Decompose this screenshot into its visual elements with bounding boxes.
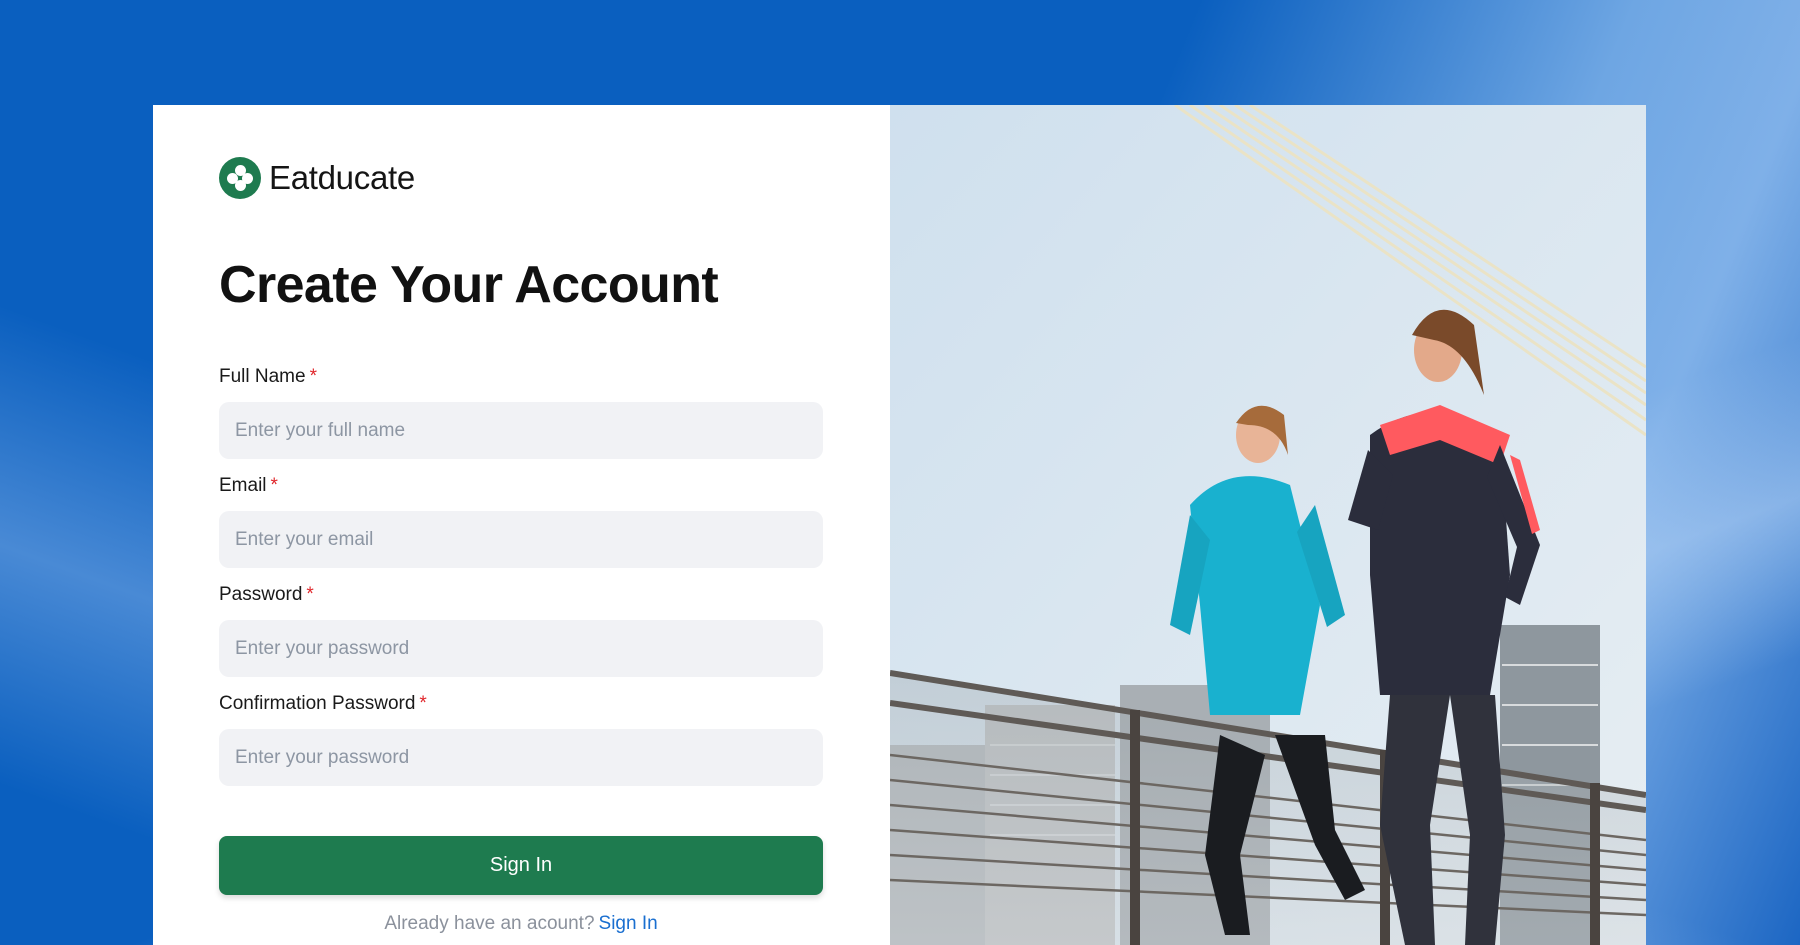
confirm-password-input[interactable] [219, 729, 823, 786]
required-marker: * [306, 584, 314, 605]
email-field: Email * [219, 475, 824, 568]
footer-line: Already have an acount? Sign In [219, 913, 823, 935]
password-field: Password * [219, 584, 824, 677]
full-name-input[interactable] [219, 402, 823, 459]
required-marker: * [419, 693, 427, 714]
hero-image-panel [890, 105, 1646, 945]
confirm-password-label: Confirmation Password * [219, 693, 427, 714]
password-label: Password * [219, 584, 314, 605]
required-marker: * [309, 366, 317, 387]
confirm-password-field: Confirmation Password * [219, 693, 824, 786]
email-label: Email * [219, 475, 278, 496]
brand: Eatducate [219, 157, 824, 199]
footer-text: Already have an acount? [384, 913, 595, 934]
runners-photo [890, 105, 1646, 945]
sign-in-link[interactable]: Sign In [599, 913, 658, 934]
signup-form: Full Name* Email* Password* Confirmation… [219, 366, 824, 786]
full-name-label: Full Name * [219, 366, 317, 387]
page-title: Create Your Account [219, 256, 719, 314]
required-marker: * [270, 475, 278, 496]
form-panel: Eatducate Create Your Account Full Name *… [153, 105, 890, 945]
four-petal-flower-icon [219, 157, 261, 199]
full-name-field: Full Name * [219, 366, 824, 459]
brand-name: Eatducate [269, 159, 415, 196]
sign-in-button[interactable]: Sign In [219, 836, 823, 895]
password-input[interactable] [219, 620, 823, 677]
email-input[interactable] [219, 511, 823, 568]
signup-card: Eatducate Create Your Account Full Name *… [153, 105, 1646, 945]
